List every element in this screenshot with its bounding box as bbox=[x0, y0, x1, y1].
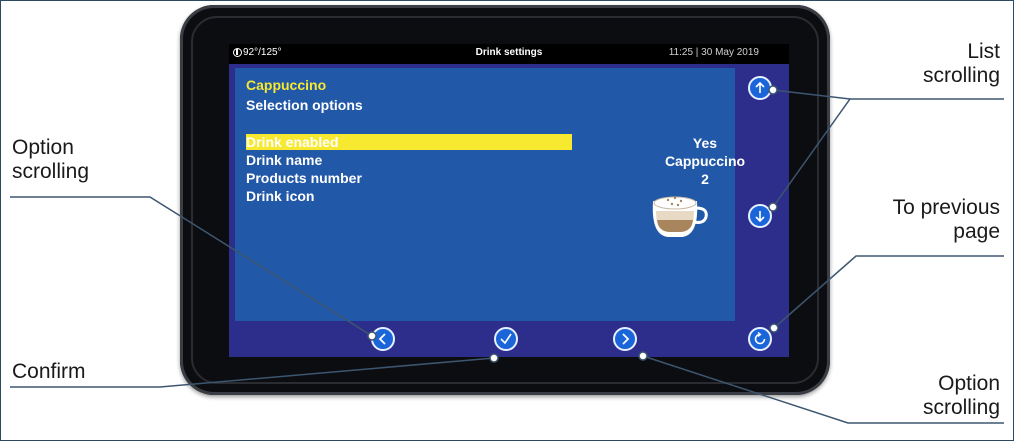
callout-list-scrolling: List scrolling bbox=[922, 40, 1000, 87]
callout-to-previous-page: To previous page bbox=[892, 196, 1000, 243]
callout-lines bbox=[10, 85, 1004, 424]
callout-option-scrolling-right: Option scrolling bbox=[922, 372, 1000, 419]
callout-option-scrolling-left: Option scrolling bbox=[12, 136, 90, 183]
callout-confirm: Confirm bbox=[12, 360, 86, 383]
